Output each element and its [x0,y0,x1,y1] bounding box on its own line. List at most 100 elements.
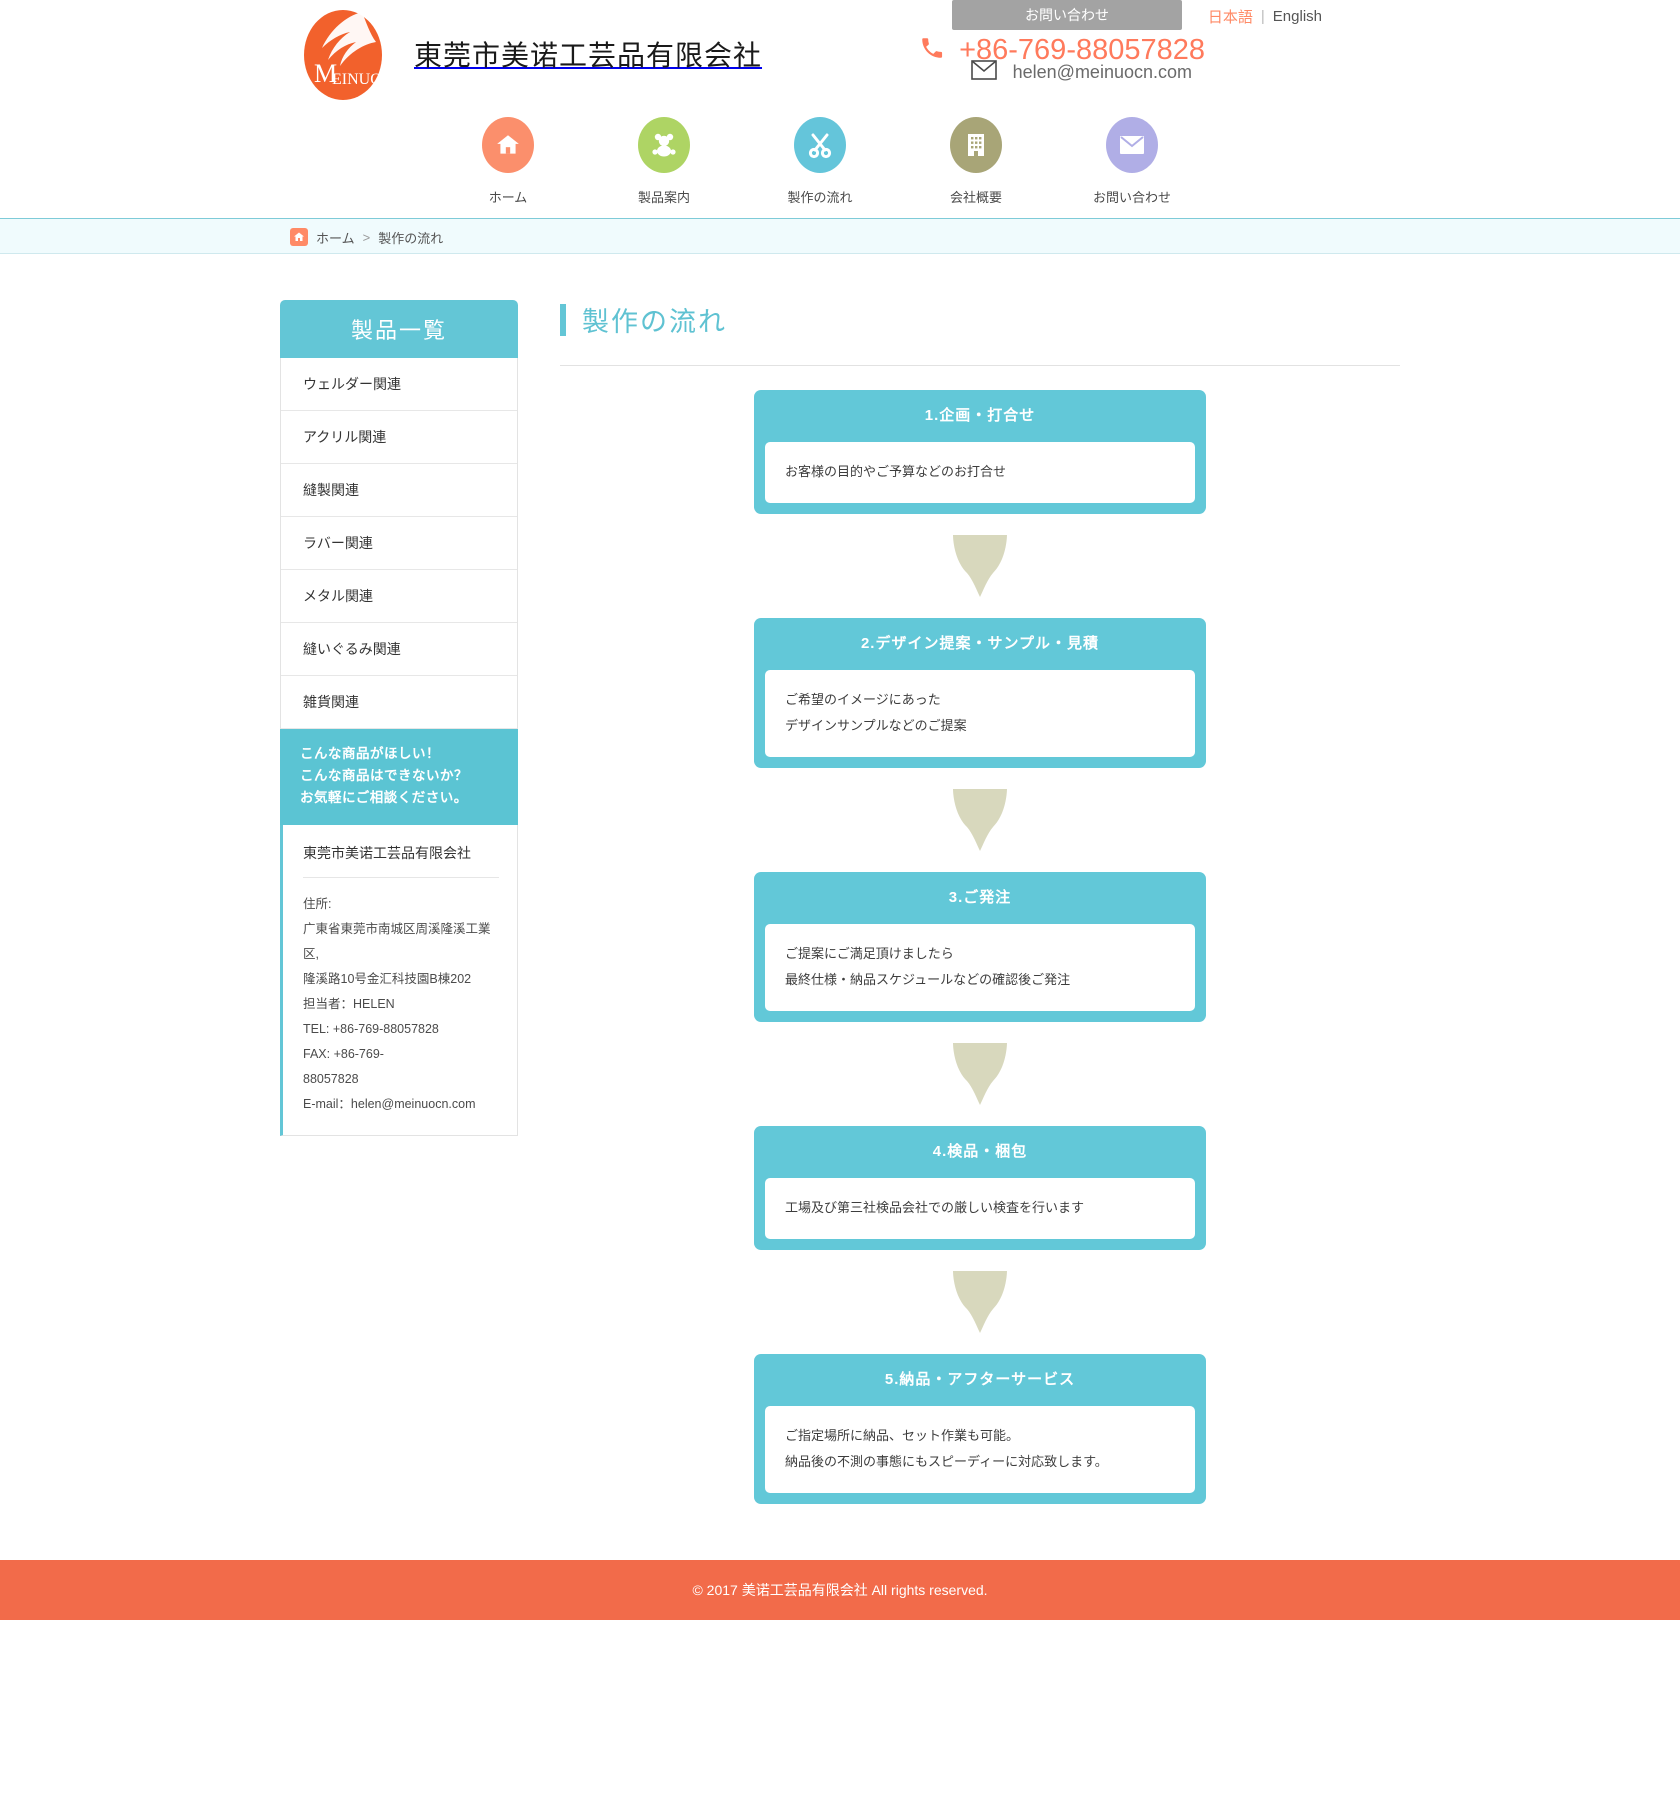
flow-step-text: 工場及び第三社検品会社での厳しい検査を行います [785,1200,1085,1215]
building-icon [950,117,1002,173]
sidebar-item-acrylic[interactable]: アクリル関連 [281,411,517,464]
nav-item-company[interactable]: 会社概要 [898,117,1054,206]
flow-step-title: 5.納品・アフターサービス [884,1371,1076,1388]
flow-step-text: デザインサンプルなどのご提案 [785,718,967,733]
info-line: 88057828 [303,1071,359,1086]
info-line: 广東省東莞市南城区周溪隆溪工業区, [303,921,491,961]
sidebar-item-label: アクリル関連 [303,429,387,445]
sidebar-item-welder[interactable]: ウェルダー関連 [281,358,517,411]
page-title: 製作の流れ [582,307,727,337]
svg-text:EINUO: EINUO [332,71,382,88]
nav-label: 製品案内 [637,190,690,205]
lang-english[interactable]: English [1273,8,1322,25]
info-line: 担当者：HELEN [303,996,395,1011]
flow-step-text: 納品後の不測の事態にもスピーディーに対応致します。 [785,1454,1108,1469]
sidebar-heading: 製品一覧 [280,300,518,358]
header-email[interactable]: helen@meinuocn.com [970,60,1192,85]
home-icon [290,228,308,246]
sidebar-company-name: 東莞市美诺工芸品有限会社 [303,843,499,878]
language-switcher: 日本語 | English [1208,6,1322,27]
sidebar-item-sewing[interactable]: 縫製関連 [281,464,517,517]
home-icon [482,117,534,173]
flow-step-1: 1.企画・打合せ お客様の目的やご予算などのお打合せ [754,390,1206,514]
copyright-text: © 2017 美诺工芸品有限会社 All rights reserved. [692,1582,988,1598]
nav-item-flow[interactable]: 製作の流れ [742,117,898,206]
arrow-down-icon [953,1271,1007,1333]
flow-arrow-2 [754,768,1206,872]
info-line: 隆溪路10号金汇科技園B棟202 [303,971,472,986]
flow-arrow-4 [754,1250,1206,1354]
flow-step-title: 1.企画・打合せ [924,407,1036,424]
sidebar-item-label: ラバー関連 [303,535,373,551]
cta-line: こんな商品はできないか？ [300,767,468,783]
sidebar-item-plush[interactable]: 縫いぐるみ関連 [281,623,517,676]
main-navigation: ホーム 製品案内 製作の流れ 会社概要 お問い合わせ [430,117,1210,206]
sidebar-item-label: 縫いぐるみ関連 [303,641,401,657]
flow-step-text: お客様の目的やご予算などのお打合せ [785,464,1007,479]
flow-step-title: 2.デザイン提案・サンプル・見積 [860,635,1100,652]
flow-step-4: 4.検品・梱包 工場及び第三社検品会社での厳しい検査を行います [754,1126,1206,1250]
main-column: 製作の流れ 1.企画・打合せ お客様の目的やご予算などのお打合せ 2.デザイン提… [518,300,1400,1504]
cta-line: お気軽にご相談ください。 [300,789,468,805]
flow-step-title: 4.検品・梱包 [932,1143,1028,1160]
arrow-down-icon [953,1043,1007,1105]
nav-item-products[interactable]: 製品案内 [586,117,742,206]
sidebar: 製品一覧 ウェルダー関連 アクリル関連 縫製関連 ラバー関連 メタル関連 縫いぐ… [280,300,518,1136]
breadcrumb-bar: ホーム > 製作の流れ [0,218,1680,254]
nav-label: ホーム [488,190,528,205]
flow-step-body: お客様の目的やご予算などのお打合せ [765,442,1195,503]
sidebar-category-list: ウェルダー関連 アクリル関連 縫製関連 ラバー関連 メタル関連 縫いぐるみ関連 … [280,358,518,729]
sidebar-item-label: 雑貨関連 [303,694,359,710]
info-line: E-mail：helen@meinuocn.com [303,1096,476,1111]
site-footer: © 2017 美诺工芸品有限会社 All rights reserved. [0,1560,1680,1620]
contact-button[interactable]: お問い合わせ [952,0,1182,30]
page-title-section: 製作の流れ [560,300,1400,366]
phone-icon [919,35,945,66]
envelope-icon [970,60,997,85]
nav-item-home[interactable]: ホーム [430,117,586,206]
sidebar-item-rubber[interactable]: ラバー関連 [281,517,517,570]
info-line: TEL: +86-769-88057828 [303,1021,439,1036]
flow-step-body: ご指定場所に納品、セット作業も可能。 納品後の不測の事態にもスピーディーに対応致… [765,1406,1195,1493]
breadcrumb-current: 製作の流れ [378,230,444,246]
lang-japanese[interactable]: 日本語 [1208,6,1253,27]
scissors-icon [794,117,846,173]
info-line: FAX: +86-769- [303,1046,384,1061]
flow-step-5: 5.納品・アフターサービス ご指定場所に納品、セット作業も可能。 納品後の不測の… [754,1354,1206,1504]
sidebar-cta-banner[interactable]: こんな商品がほしい！ こんな商品はできないか？ お気軽にご相談ください。 [280,729,518,825]
page-root: M EINUO 東莞市美诺工芸品有限会社 お問い合わせ 日本語 | Englis… [0,0,1680,1620]
sidebar-item-label: メタル関連 [303,588,373,604]
breadcrumb-home[interactable]: ホーム [316,228,355,247]
sidebar-item-label: 縫製関連 [303,482,359,498]
lang-separator: | [1260,8,1265,25]
flow-step-body: 工場及び第三社検品会社での厳しい検査を行います [765,1178,1195,1239]
page-content: 製品一覧 ウェルダー関連 アクリル関連 縫製関連 ラバー関連 メタル関連 縫いぐ… [280,254,1400,1560]
flow-step-2: 2.デザイン提案・サンプル・見積 ご希望のイメージにあった デザインサンプルなど… [754,618,1206,768]
company-name: 東莞市美诺工芸品有限会社 [414,40,763,71]
nav-label: お問い合わせ [1092,190,1171,205]
cta-line: こんな商品がほしい！ [300,746,440,761]
site-logo[interactable]: M EINUO 東莞市美诺工芸品有限会社 [294,2,762,106]
flow-step-text: ご指定場所に納品、セット作業も可能。 [785,1428,1020,1443]
flow-arrow-1 [754,514,1206,618]
flow-step-text: ご希望のイメージにあった [785,692,941,707]
flow-step-body: ご希望のイメージにあった デザインサンプルなどのご提案 [765,670,1195,757]
arrow-down-icon [953,789,1007,851]
sidebar-item-metal[interactable]: メタル関連 [281,570,517,623]
flow-step-body: ご提案にご満足頂けましたら 最終仕様・納品スケジュールなどの確認後ご発注 [765,924,1195,1011]
email-address: helen@meinuocn.com [1012,62,1192,82]
nav-label: 会社概要 [949,190,1002,205]
sidebar-item-label: ウェルダー関連 [303,376,401,392]
meinuo-logo-icon: M EINUO [294,2,390,106]
info-line: 住所: [303,896,332,911]
nav-item-contact[interactable]: お問い合わせ [1054,117,1210,206]
breadcrumb: ホーム > 製作の流れ [280,219,1400,255]
sidebar-item-sundries[interactable]: 雑貨関連 [281,676,517,729]
flow-step-text: ご提案にご満足頂けましたら [785,946,954,961]
arrow-down-icon [953,535,1007,597]
flow-arrow-3 [754,1022,1206,1126]
flow-step-3: 3.ご発注 ご提案にご満足頂けましたら 最終仕様・納品スケジュールなどの確認後ご… [754,872,1206,1022]
breadcrumb-separator: > [362,229,371,245]
site-header: M EINUO 東莞市美诺工芸品有限会社 お問い合わせ 日本語 | Englis… [0,0,1680,218]
teddy-bear-icon [638,117,690,173]
